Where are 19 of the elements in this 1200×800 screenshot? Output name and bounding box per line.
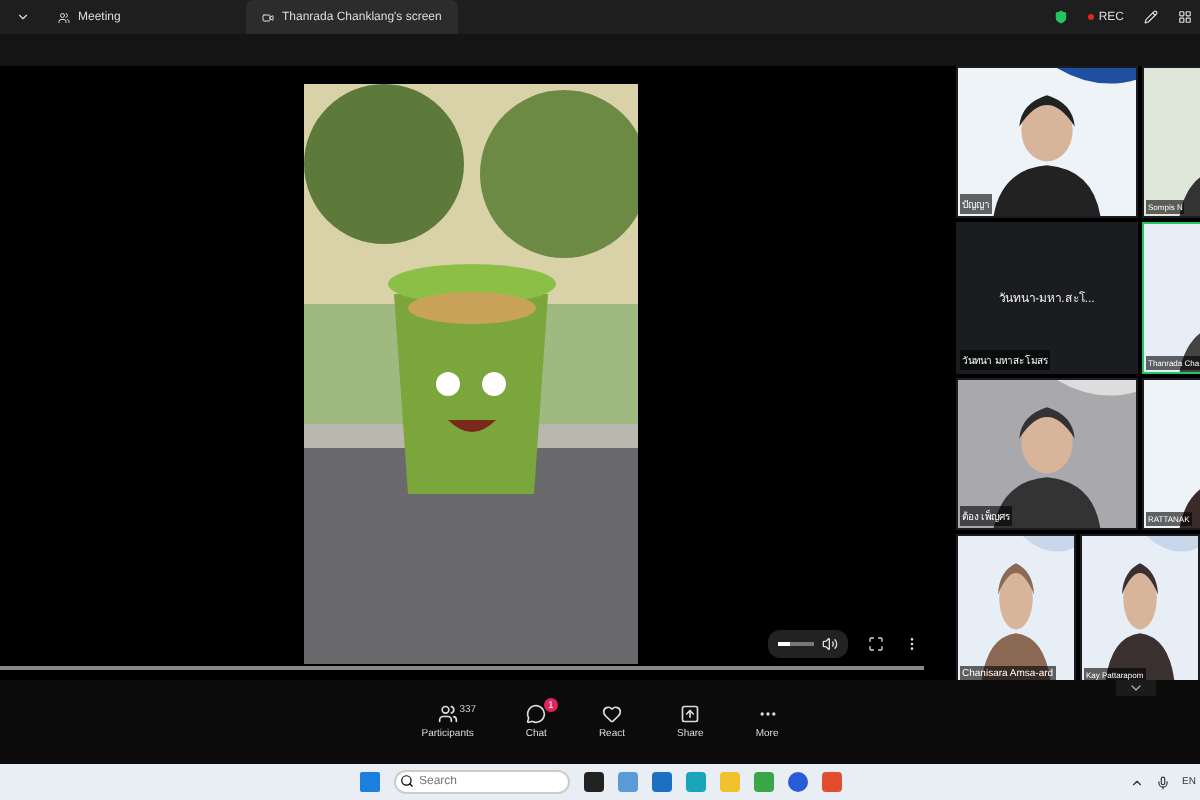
pencil-icon[interactable] — [1144, 10, 1158, 24]
chevron-icon[interactable] — [1130, 775, 1145, 789]
search-icon — [399, 774, 413, 788]
fullscreen-icon[interactable] — [868, 636, 884, 652]
shield-icon[interactable] — [1054, 10, 1069, 24]
volume-control[interactable] — [768, 630, 848, 658]
video-icon — [262, 11, 274, 23]
layout-icon[interactable] — [1178, 10, 1192, 24]
share-icon — [680, 704, 701, 724]
chevron-icon[interactable] — [16, 10, 30, 24]
people-icon — [437, 704, 458, 724]
heart-icon — [601, 704, 622, 724]
collapse-button[interactable] — [1116, 680, 1156, 696]
chat-icon — [526, 704, 547, 724]
people-icon — [58, 11, 70, 23]
volume-icon — [822, 636, 838, 652]
mic-icon[interactable] — [1156, 775, 1171, 789]
chevron-icon — [1128, 680, 1144, 696]
start-icon[interactable] — [359, 772, 379, 792]
